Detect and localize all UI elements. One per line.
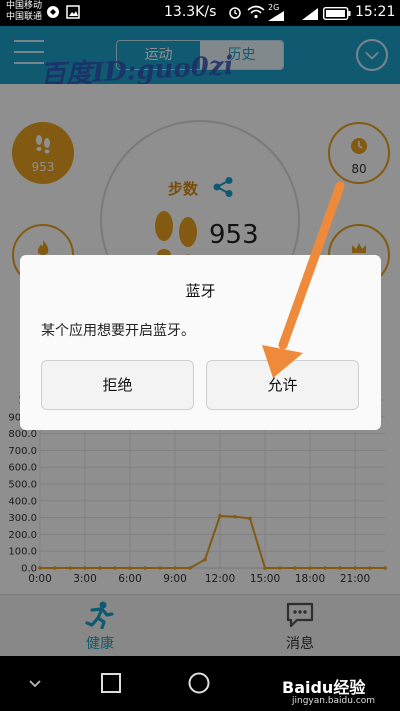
annotation-arrow [262,181,345,378]
